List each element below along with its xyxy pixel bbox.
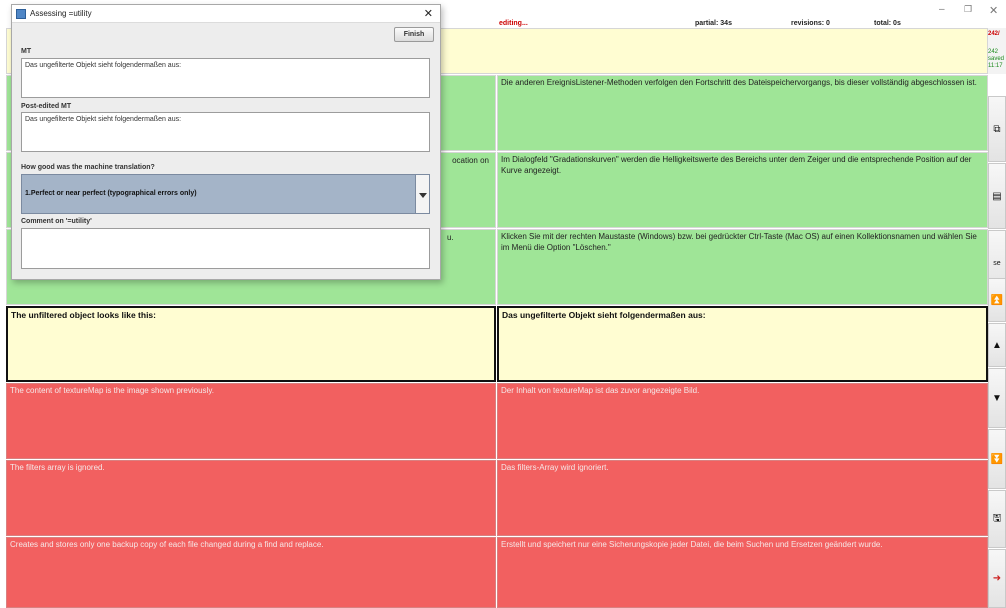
table-row[interactable]: The filters array is ignored. Das filter… (6, 460, 988, 536)
source-text: u. (447, 233, 454, 242)
editing-status: editing... (499, 20, 528, 27)
table-row[interactable]: Creates and stores only one backup copy … (6, 537, 988, 608)
exit-icon: ➜ (992, 573, 1002, 584)
next-segment-icon: ▼ (992, 392, 1002, 404)
save-button[interactable]: 🖫 (988, 490, 1006, 548)
close-icon[interactable]: ✕ (424, 7, 433, 20)
selected-rating: 1.Perfect or near perfect (typographical… (25, 190, 197, 197)
comment-text-area[interactable] (21, 228, 430, 269)
copy-icon: ⧉ (993, 123, 1001, 135)
target-cell[interactable]: Die anderen EreignisListener-Methoden ve… (497, 75, 988, 151)
target-cell[interactable]: Das filters-Array wird ignoriert. (497, 460, 988, 536)
saved-status: saved (988, 56, 1005, 62)
chevron-down-icon[interactable] (415, 175, 429, 213)
app-icon (16, 9, 26, 19)
target-cell[interactable]: Klicken Sie mit der rechten Maustaste (W… (497, 229, 988, 305)
app-window: editing... partial: 34s revisions: 0 tot… (0, 0, 1006, 608)
save-icon: 🖫 (992, 512, 1002, 524)
active-segment-row[interactable]: The unfiltered object looks like this: D… (6, 306, 988, 382)
source-cell[interactable]: The filters array is ignored. (6, 460, 496, 536)
search-icon: se (993, 259, 1001, 267)
last-segment-icon: ⏬ (990, 453, 1004, 465)
dialog-title-bar: Assessing =utility ✕ (12, 5, 440, 23)
paste-button[interactable]: ▤ (988, 163, 1006, 229)
rating-dropdown[interactable]: 1.Perfect or near perfect (typographical… (21, 174, 430, 214)
previous-segment-button[interactable]: ▲ (988, 323, 1006, 367)
maximize-icon[interactable]: ❐ (964, 4, 972, 15)
source-cell[interactable]: Creates and stores only one backup copy … (6, 537, 496, 608)
post-edited-text-area[interactable]: Das ungefilterte Objekt sieht folgenderm… (21, 112, 430, 152)
target-cell[interactable]: Der Inhalt von textureMap ist das zuvor … (497, 383, 988, 459)
previous-segment-icon: ▲ (992, 339, 1002, 351)
segment-counter: 242/ 242 saved 11:17 (988, 28, 1006, 74)
dialog-title: Assessing =utility (30, 9, 92, 18)
finish-button[interactable]: Finish (394, 27, 434, 42)
source-cell[interactable]: The unfiltered object looks like this: (6, 306, 496, 382)
partial-time: partial: 34s (695, 20, 732, 27)
target-cell[interactable]: Im Dialogfeld "Gradationskurven" werden … (497, 152, 988, 228)
saved-time: 11:17 (988, 63, 1003, 69)
comment-label: Comment on '=utility' (21, 218, 92, 225)
close-window-icon[interactable]: ✕ (989, 4, 998, 17)
table-row[interactable]: The content of textureMap is the image s… (6, 383, 988, 459)
target-editor[interactable]: Das ungefilterte Objekt sieht folgenderm… (497, 306, 988, 382)
paste-icon: ▤ (992, 190, 1002, 202)
copy-source-button[interactable]: ⧉ (988, 96, 1006, 162)
mt-label: MT (21, 48, 32, 55)
last-segment-button[interactable]: ⏬ (988, 429, 1006, 489)
revisions-count: revisions: 0 (791, 20, 830, 27)
source-text: ocation on (452, 156, 489, 165)
first-segment-button[interactable]: ⏫ (988, 278, 1006, 322)
post-edited-label: Post-edited MT (21, 103, 72, 110)
exit-button[interactable]: ➜ (988, 549, 1006, 608)
segment-number: 242 (988, 49, 999, 55)
target-cell[interactable]: Erstellt und speichert nur eine Sicherun… (497, 537, 988, 608)
rating-question-label: How good was the machine translation? (21, 164, 155, 171)
minimize-icon[interactable]: – (939, 4, 945, 15)
mt-text-area[interactable]: Das ungefilterte Objekt sieht folgenderm… (21, 58, 430, 98)
first-segment-icon: ⏫ (990, 294, 1004, 306)
segment-progress: 242/ (988, 31, 1000, 37)
assessment-dialog: Assessing =utility ✕ Finish MT Das ungef… (11, 4, 441, 280)
source-cell[interactable]: The content of textureMap is the image s… (6, 383, 496, 459)
total-time: total: 0s (874, 20, 901, 27)
next-segment-button[interactable]: ▼ (988, 368, 1006, 428)
